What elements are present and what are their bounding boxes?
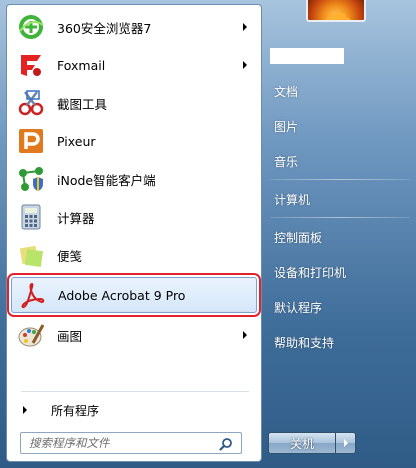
all-programs-label: 所有程序: [51, 403, 100, 418]
search-icon[interactable]: [219, 437, 233, 451]
paint-icon: [15, 319, 47, 351]
program-label: 360安全浏览器7: [57, 20, 152, 36]
program-item-snipping-tool[interactable]: 截图工具: [11, 85, 257, 121]
inode-client-icon: [15, 163, 47, 195]
program-item-adobe-acrobat[interactable]: Adobe Acrobat 9 Pro: [7, 273, 261, 317]
foxmail-icon: [15, 49, 47, 81]
program-item-inode[interactable]: iNode智能客户端: [11, 161, 257, 197]
program-item-360-browser[interactable]: 360安全浏览器7: [11, 9, 257, 45]
program-label: 画图: [57, 328, 83, 344]
search-box[interactable]: [20, 432, 242, 454]
right-item-devices-printers[interactable]: 设备和打印机: [268, 259, 408, 285]
sticky-notes-icon: [15, 239, 47, 271]
submenu-arrow-icon[interactable]: [243, 23, 247, 31]
browser-360-icon: [15, 11, 47, 43]
chevron-right-icon: [343, 439, 348, 447]
right-item-control-panel[interactable]: 控制面板: [268, 224, 408, 250]
right-item-help-support[interactable]: 帮助和支持: [268, 329, 408, 355]
snipping-tool-icon: [15, 87, 47, 119]
program-label: Pixeur: [57, 133, 96, 149]
user-account-picture[interactable]: [306, 0, 366, 22]
divider: [21, 391, 249, 392]
pixeur-icon: [15, 125, 47, 157]
program-label: Foxmail: [57, 57, 106, 73]
calculator-icon: [15, 201, 47, 233]
right-item-pictures[interactable]: 图片: [268, 113, 408, 139]
right-item-default-programs[interactable]: 默认程序: [268, 294, 408, 320]
all-programs-button[interactable]: 所有程序: [15, 399, 255, 421]
right-item-documents[interactable]: 文档: [268, 78, 408, 104]
programs-panel: 360安全浏览器7 Foxmail 截图工具 Pixeur iNode智能客户端…: [6, 4, 262, 462]
shutdown-button[interactable]: 关机: [268, 432, 336, 454]
user-name-field[interactable]: [270, 48, 344, 64]
program-label: 计算器: [57, 210, 95, 226]
program-item-sticky-notes[interactable]: 便笺: [11, 237, 257, 273]
program-item-pixeur[interactable]: Pixeur: [11, 123, 257, 159]
program-item-foxmail[interactable]: Foxmail: [11, 47, 257, 83]
right-item-computer[interactable]: 计算机: [268, 186, 408, 212]
divider: [270, 217, 410, 218]
program-item-calculator[interactable]: 计算器: [11, 199, 257, 235]
submenu-arrow-icon[interactable]: [243, 331, 247, 339]
divider: [270, 179, 410, 180]
search-input[interactable]: [29, 436, 219, 450]
program-label: iNode智能客户端: [57, 172, 156, 188]
program-item-paint[interactable]: 画图: [11, 317, 257, 353]
shutdown-options-button[interactable]: [336, 432, 356, 454]
program-label: 便笺: [57, 248, 83, 264]
submenu-arrow-icon[interactable]: [243, 61, 247, 69]
expand-arrow-icon: [23, 406, 27, 414]
adobe-acrobat-icon: [16, 279, 48, 311]
flower-image: [325, 12, 351, 20]
program-label: 截图工具: [57, 96, 108, 112]
program-label: Adobe Acrobat 9 Pro: [58, 287, 186, 303]
right-item-music[interactable]: 音乐: [268, 148, 408, 174]
divider: [21, 311, 249, 312]
